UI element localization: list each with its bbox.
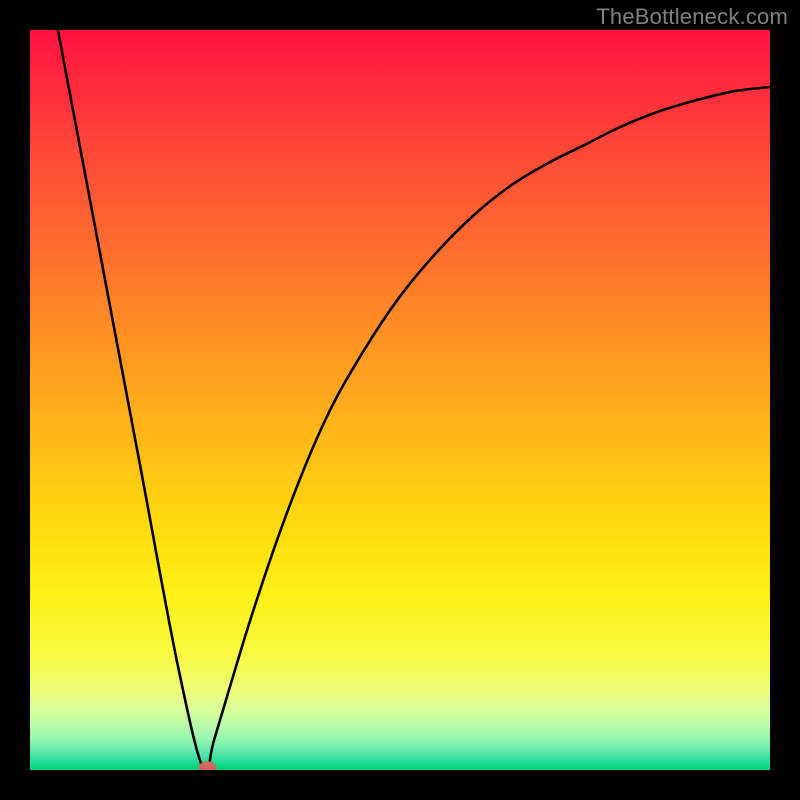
attribution-text: TheBottleneck.com [596, 4, 788, 30]
bottleneck-curve [30, 30, 770, 770]
chart-frame: TheBottleneck.com [0, 0, 800, 800]
plot-area [30, 30, 770, 770]
curve-layer [30, 30, 770, 770]
